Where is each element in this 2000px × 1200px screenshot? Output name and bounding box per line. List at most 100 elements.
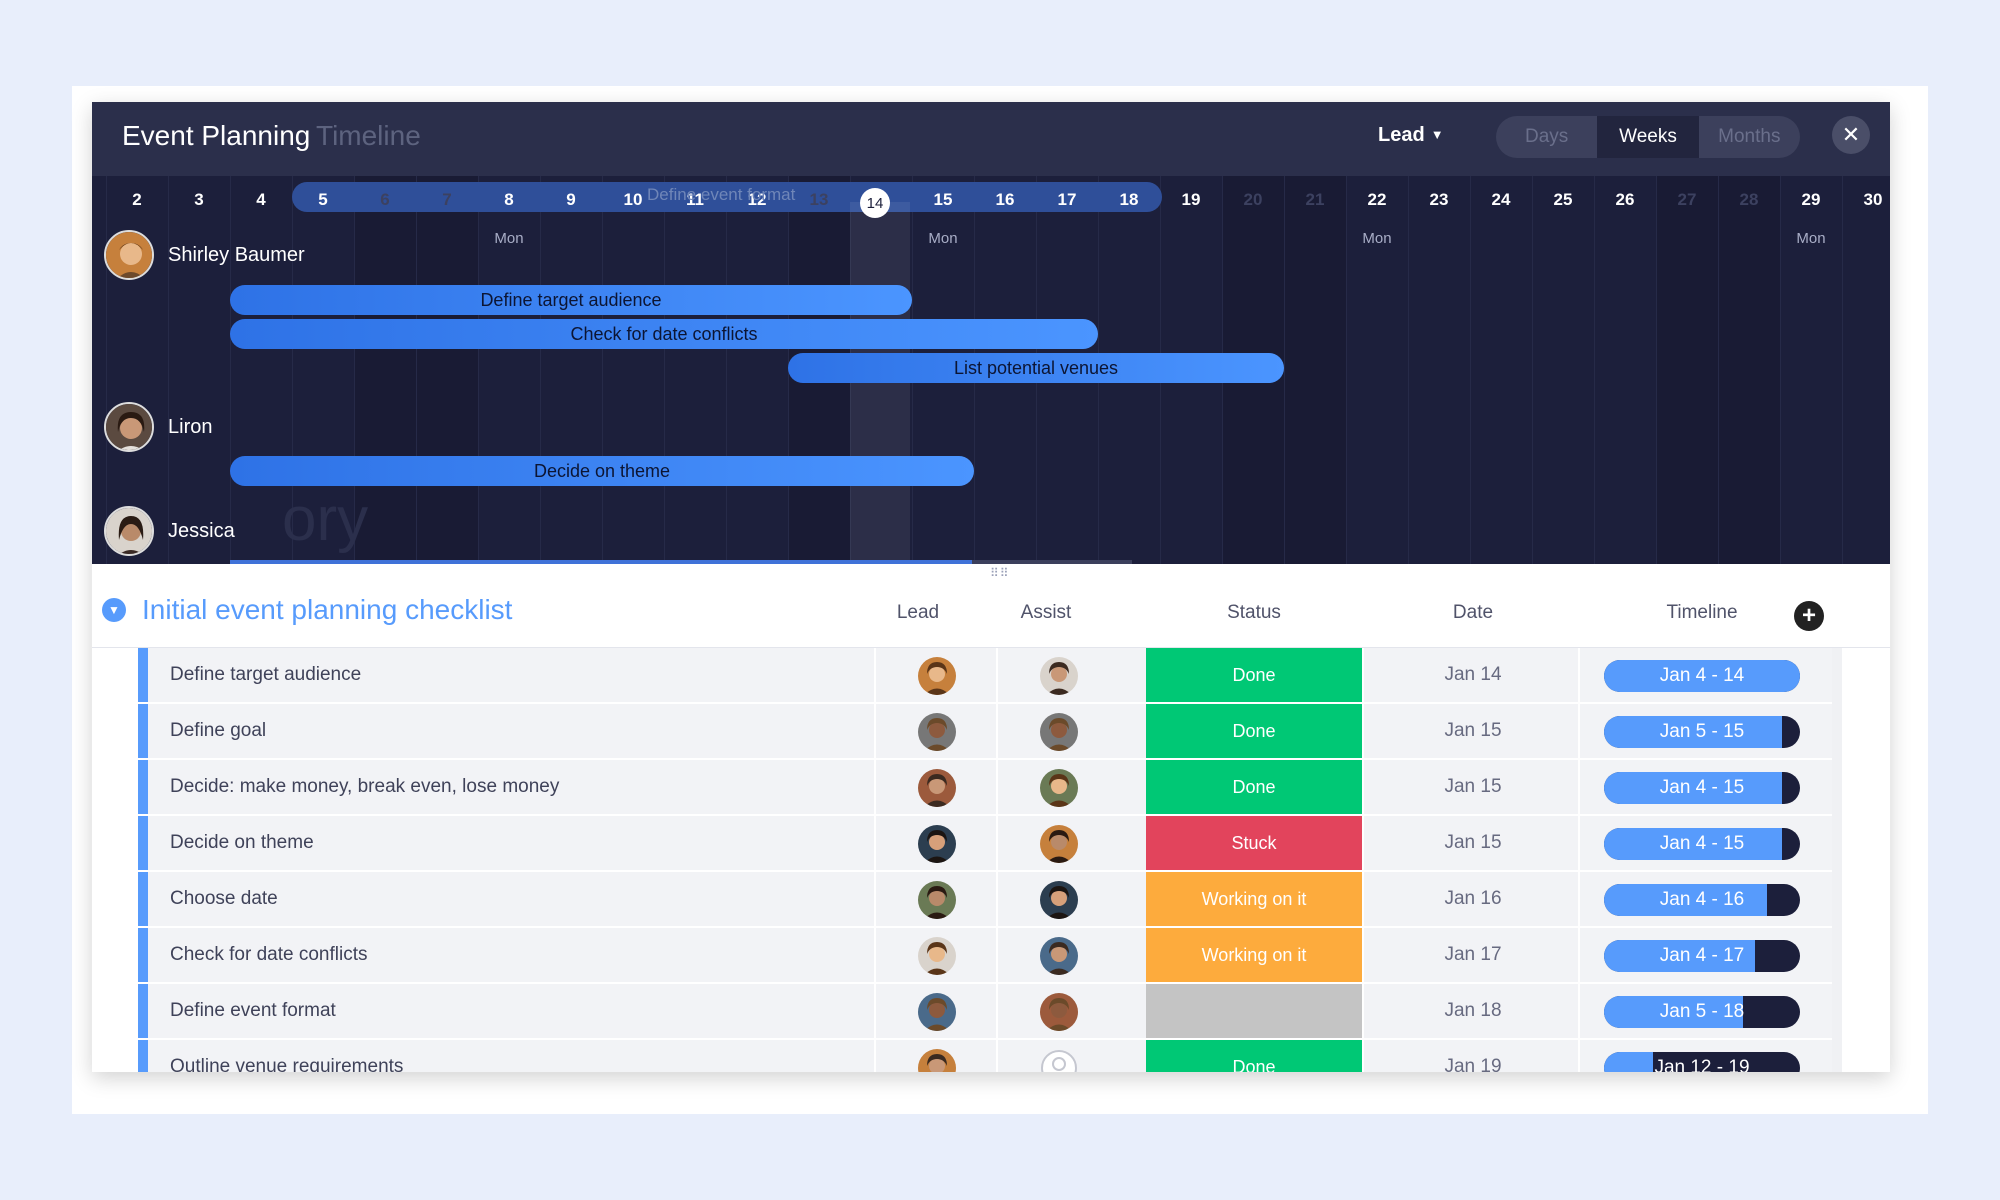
app-window: 2 3 4 5 6 7 8 9 10 11 12 13 15 16 17 18 19 20 21 22 23 24 25 26… bbox=[92, 102, 1890, 1072]
timeline-pill[interactable]: Jan 4 - 15 bbox=[1604, 828, 1800, 860]
table-row[interactable]: Decide: make money, break even, lose mon… bbox=[138, 760, 1834, 816]
timeline-pill[interactable]: Jan 4 - 16 bbox=[1604, 884, 1800, 916]
lead-cell[interactable] bbox=[874, 1040, 996, 1072]
avatar bbox=[918, 713, 956, 751]
week-start-label: Mon bbox=[928, 230, 958, 247]
group-title[interactable]: Initial event planning checklist bbox=[142, 594, 512, 626]
assist-cell[interactable] bbox=[996, 872, 1120, 926]
status-badge[interactable] bbox=[1146, 984, 1362, 1038]
scale-weeks-button[interactable]: Weeks bbox=[1597, 116, 1699, 158]
item-name[interactable]: Define goal bbox=[170, 720, 266, 742]
day-number: 27 bbox=[1677, 190, 1697, 209]
table-row[interactable]: Define event format Jan 18 Jan 5 - 18 bbox=[138, 984, 1834, 1040]
assist-cell[interactable] bbox=[996, 704, 1120, 758]
status-badge[interactable]: Done bbox=[1146, 704, 1362, 758]
status-badge[interactable]: Working on it bbox=[1146, 872, 1362, 926]
lead-cell[interactable] bbox=[874, 928, 996, 982]
lead-cell[interactable] bbox=[874, 704, 996, 758]
day-number: 21 bbox=[1305, 190, 1325, 209]
avatar bbox=[918, 881, 956, 919]
group-collapse-chevron-icon[interactable]: ▼ bbox=[102, 598, 126, 622]
timeline-pill-label: Jan 4 - 14 bbox=[1659, 665, 1745, 686]
scale-days-button[interactable]: Days bbox=[1496, 116, 1597, 158]
row-color-indicator bbox=[138, 816, 148, 870]
assist-cell[interactable] bbox=[996, 984, 1120, 1038]
table-row[interactable]: Define target audience Done Jan 14 Jan 4 - … bbox=[138, 648, 1834, 704]
lead-dropdown[interactable]: Lead ▼ bbox=[1378, 124, 1444, 147]
row-color-indicator bbox=[138, 984, 148, 1038]
column-header-assist[interactable]: Assist bbox=[1006, 602, 1086, 624]
column-header-date[interactable]: Date bbox=[1408, 602, 1538, 624]
item-name[interactable]: Choose date bbox=[170, 888, 278, 910]
today-marker: 14 bbox=[860, 188, 890, 218]
close-button[interactable]: ✕ bbox=[1832, 116, 1870, 154]
assist-cell[interactable] bbox=[996, 648, 1120, 702]
table-row[interactable]: Outline venue requirements Done Jan 19 Jan … bbox=[138, 1040, 1834, 1072]
day-number: 19 bbox=[1181, 190, 1201, 209]
avatar bbox=[918, 937, 956, 975]
table-row[interactable]: Choose date Working on it Jan 16 Jan 4 - 16 bbox=[138, 872, 1834, 928]
item-name[interactable]: Define target audience bbox=[170, 664, 361, 686]
assist-cell[interactable] bbox=[996, 816, 1120, 870]
assist-cell[interactable] bbox=[996, 760, 1120, 814]
assist-cell[interactable] bbox=[996, 1040, 1120, 1072]
timeline-bar[interactable]: Check for date conflicts bbox=[230, 319, 1098, 349]
item-name[interactable]: Check for date conflicts bbox=[170, 944, 367, 966]
timeline-pill[interactable]: Jan 5 - 18 bbox=[1604, 996, 1800, 1028]
avatar bbox=[104, 230, 154, 280]
scale-months-button[interactable]: Months bbox=[1699, 116, 1800, 158]
timeline-bar[interactable]: Decide on theme bbox=[230, 456, 974, 486]
timeline-pill[interactable]: Jan 5 - 15 bbox=[1604, 716, 1800, 748]
lead-cell[interactable] bbox=[874, 872, 996, 926]
timeline-pill[interactable]: Jan 4 - 17 bbox=[1604, 940, 1800, 972]
table-row[interactable]: Decide on theme Stuck Jan 15 Jan 4 - 15 bbox=[138, 816, 1834, 872]
status-badge[interactable]: Stuck bbox=[1146, 816, 1362, 870]
timeline-bar[interactable]: Define target audience bbox=[230, 285, 912, 315]
table-row[interactable]: Check for date conflicts Working on it Jan… bbox=[138, 928, 1834, 984]
column-header-status[interactable]: Status bbox=[1146, 602, 1362, 624]
avatar bbox=[918, 1049, 956, 1072]
avatar bbox=[1040, 657, 1078, 695]
status-badge[interactable]: Working on it bbox=[1146, 928, 1362, 982]
timeline-pill[interactable]: Jan 4 - 14 bbox=[1604, 660, 1800, 692]
day-number: 17 bbox=[1057, 190, 1077, 209]
add-column-plus-icon[interactable]: + bbox=[1794, 601, 1824, 631]
status-badge[interactable]: Done bbox=[1146, 1040, 1362, 1072]
resize-handle-icon[interactable]: ⠿⠿ bbox=[990, 566, 1010, 580]
timeline-pill[interactable]: Jan 12 - 19 bbox=[1604, 1052, 1800, 1072]
day-column bbox=[416, 176, 478, 564]
scale-switch: Days Weeks Months bbox=[1496, 116, 1800, 158]
lead-dropdown-label: Lead bbox=[1378, 124, 1425, 146]
day-number: 22 bbox=[1367, 190, 1387, 209]
table-row[interactable]: Define goal Done Jan 15 Jan 5 - 15 bbox=[138, 704, 1834, 760]
row-color-indicator bbox=[138, 1040, 148, 1072]
day-number: 8 bbox=[504, 190, 514, 209]
date-value: Jan 15 bbox=[1444, 776, 1502, 797]
column-header-timeline[interactable]: Timeline bbox=[1604, 602, 1800, 624]
item-name[interactable]: Outline venue requirements bbox=[170, 1056, 403, 1072]
date-value: Jan 19 bbox=[1444, 1056, 1502, 1072]
item-name[interactable]: Decide: make money, break even, lose mon… bbox=[170, 776, 559, 798]
horizontal-scrollbar[interactable] bbox=[972, 560, 1132, 564]
timeline-bar[interactable]: List potential venues bbox=[788, 353, 1284, 383]
lead-cell[interactable] bbox=[874, 648, 996, 702]
status-badge[interactable]: Done bbox=[1146, 760, 1362, 814]
day-number: 23 bbox=[1429, 190, 1449, 209]
lead-cell[interactable] bbox=[874, 984, 996, 1038]
lead-cell[interactable] bbox=[874, 760, 996, 814]
week-start-label: Mon bbox=[1362, 230, 1392, 247]
day-column bbox=[1470, 176, 1532, 564]
status-badge[interactable]: Done bbox=[1146, 648, 1362, 702]
column-header-lead[interactable]: Lead bbox=[890, 602, 946, 624]
item-name[interactable]: Decide on theme bbox=[170, 832, 314, 854]
assist-cell[interactable] bbox=[996, 928, 1120, 982]
timeline-pill-label: Jan 5 - 15 bbox=[1659, 721, 1745, 742]
day-column bbox=[1284, 176, 1346, 564]
lead-cell[interactable] bbox=[874, 816, 996, 870]
avatar bbox=[104, 402, 154, 452]
vertical-scrollbar[interactable] bbox=[1832, 648, 1842, 1072]
person-name: Liron bbox=[168, 415, 213, 438]
week-start-label: Mon bbox=[1796, 230, 1826, 247]
timeline-pill[interactable]: Jan 4 - 15 bbox=[1604, 772, 1800, 804]
item-name[interactable]: Define event format bbox=[170, 1000, 336, 1022]
